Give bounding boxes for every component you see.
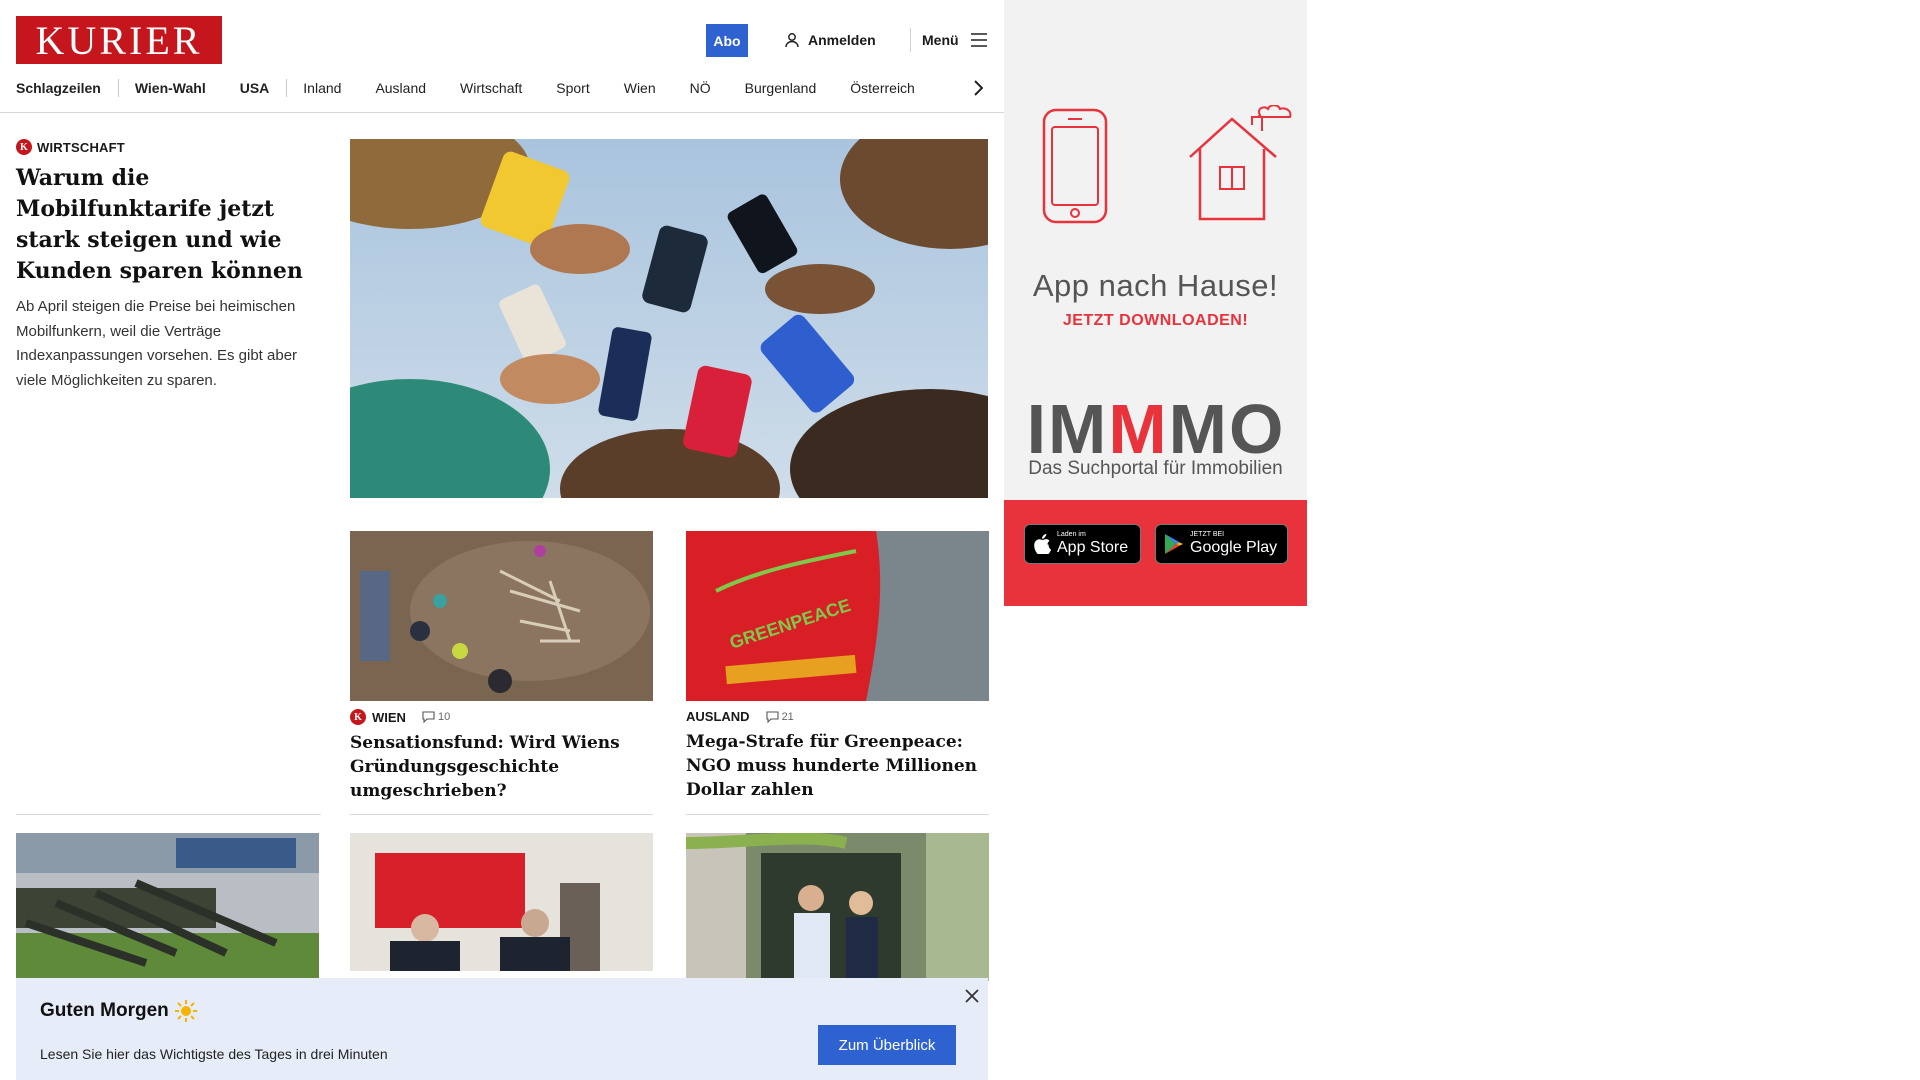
lead-teaser: Ab April steigen die Preise bei heimisch… <box>16 298 298 389</box>
app-store-label: Laden im App Store <box>1057 531 1128 557</box>
header-divider <box>910 28 911 52</box>
comment-icon <box>422 711 435 723</box>
nav-item-inland[interactable]: Inland <box>303 80 341 96</box>
nav-item-oesterreich[interactable]: Österreich <box>850 80 915 96</box>
nav-divider <box>117 79 119 97</box>
kurier-plus-icon: K <box>350 709 366 725</box>
app-store-small-text: Laden im <box>1057 531 1086 538</box>
greenpeace-image[interactable]: GREENPEACE <box>686 531 989 701</box>
login-label: Anmelden <box>808 32 876 48</box>
card-kicker: WIEN <box>372 709 406 725</box>
site-header: KURIER Abo Anmelden Menü Schlagzeilen Wi… <box>0 0 1005 113</box>
google-play-label: JETZT BEI Google Play <box>1190 531 1277 557</box>
separator <box>350 814 653 815</box>
nav-item-burgenland[interactable]: Burgenland <box>745 80 817 96</box>
app-store-big-text: App Store <box>1057 539 1129 556</box>
nav-item-sport[interactable]: Sport <box>556 80 589 96</box>
immmo-logo: IM M MO <box>1018 394 1294 464</box>
house-icon <box>1189 105 1292 221</box>
menu-button[interactable]: Menü <box>922 28 987 52</box>
nav-item-wirtschaft[interactable]: Wirtschaft <box>460 80 522 96</box>
smartphone-icon <box>1042 108 1108 224</box>
hamburger-icon <box>970 33 987 47</box>
user-icon <box>785 33 799 48</box>
comment-icon <box>766 710 779 723</box>
nav-scroll-right-button[interactable] <box>970 76 986 100</box>
lead-image-phones[interactable] <box>350 139 988 498</box>
nav-item-schlagzeilen[interactable]: Schlagzeilen <box>16 80 101 96</box>
lead-article[interactable]: K WIRTSCHAFT Warum die Mobilfunktarife j… <box>16 139 321 393</box>
google-play-icon <box>1165 534 1183 554</box>
category-nav: Schlagzeilen Wien-Wahl USA Inland Auslan… <box>16 76 949 100</box>
lead-headline[interactable]: Warum die Mobilfunktarife jetzt stark st… <box>16 163 321 287</box>
lead-kicker-label: WIRTSCHAFT <box>37 139 125 155</box>
google-play-small-text: JETZT BEI <box>1190 531 1225 538</box>
morning-briefing-banner: Guten Morgen Lesen Sie hier das Wichtigs… <box>16 978 988 1080</box>
google-play-big-text: Google Play <box>1190 539 1278 556</box>
card-kicker: AUSLAND <box>686 709 750 724</box>
excavation-image[interactable] <box>350 531 653 701</box>
tanks-image[interactable] <box>16 833 319 981</box>
nav-item-usa[interactable]: USA <box>240 80 270 96</box>
lead-kicker: K WIRTSCHAFT <box>16 139 321 155</box>
nav-item-ausland[interactable]: Ausland <box>375 80 426 96</box>
card-headline[interactable]: Mega-Strafe für Greenpeace: NGO muss hun… <box>686 730 989 802</box>
banner-title-text: Guten Morgen <box>40 1000 169 1021</box>
comment-count-value: 10 <box>437 711 451 723</box>
immmo-logo-part: IM <box>1026 390 1109 468</box>
overview-button[interactable]: Zum Überblick <box>818 1025 956 1065</box>
sun-icon <box>174 1000 197 1022</box>
kurier-plus-icon: K <box>16 139 32 155</box>
ad-download-cta[interactable]: JETZT DOWNLOADEN! <box>1004 312 1307 330</box>
abo-button[interactable]: Abo <box>706 24 748 57</box>
page: KURIER Abo Anmelden Menü Schlagzeilen Wi… <box>0 0 1920 1080</box>
ad-store-bar: Laden im App Store JETZT BEI Google Play <box>1004 500 1307 606</box>
apple-icon <box>1034 534 1051 554</box>
kurier-logo[interactable]: KURIER <box>16 16 222 64</box>
separator <box>686 814 989 815</box>
banner-title: Guten Morgen <box>40 1000 197 1022</box>
close-icon <box>965 989 979 1003</box>
nav-item-wien-wahl[interactable]: Wien-Wahl <box>135 80 206 96</box>
ad-title: App nach Hause! <box>1032 268 1279 303</box>
card-meta: AUSLAND 21 <box>686 709 989 724</box>
banner-text: Lesen Sie hier das Wichtigste des Tages … <box>40 1046 388 1062</box>
nav-divider <box>286 79 288 97</box>
close-banner-button[interactable] <box>962 986 982 1006</box>
immmo-logo-accent: M <box>1108 390 1169 468</box>
comment-count[interactable]: 10 <box>422 711 450 723</box>
card-headline[interactable]: Sensationsfund: Wird Wiens Gründungsgesc… <box>350 731 653 803</box>
article-card-ausland[interactable]: GREENPEACE AUSLAND 21 Mega-Strafe für Gr… <box>686 531 989 802</box>
immmo-ad[interactable]: App nach Hause! JETZT DOWNLOADEN! IM M M… <box>1004 0 1307 606</box>
press-conference-image[interactable] <box>350 833 653 981</box>
google-play-button[interactable]: JETZT BEI Google Play <box>1155 524 1288 564</box>
ad-subtitle: Das Suchportal für Immobilien <box>1028 458 1283 479</box>
menu-label: Menü <box>922 32 959 48</box>
nav-item-wien[interactable]: Wien <box>624 80 656 96</box>
card-meta: K WIEN 10 <box>350 709 653 725</box>
separator <box>16 814 321 815</box>
app-store-button[interactable]: Laden im App Store <box>1024 524 1141 564</box>
comment-count-value: 21 <box>781 710 794 723</box>
nav-item-noe[interactable]: NÖ <box>690 80 711 96</box>
immmo-logo-part: MO <box>1168 390 1286 468</box>
comment-count[interactable]: 21 <box>766 711 794 723</box>
chevron-right-icon <box>974 80 983 96</box>
article-card-wien[interactable]: K WIEN 10 Sensationsfund: Wird Wiens Grü… <box>350 531 653 803</box>
login-button[interactable]: Anmelden <box>784 28 876 52</box>
couple-image[interactable] <box>686 833 989 981</box>
